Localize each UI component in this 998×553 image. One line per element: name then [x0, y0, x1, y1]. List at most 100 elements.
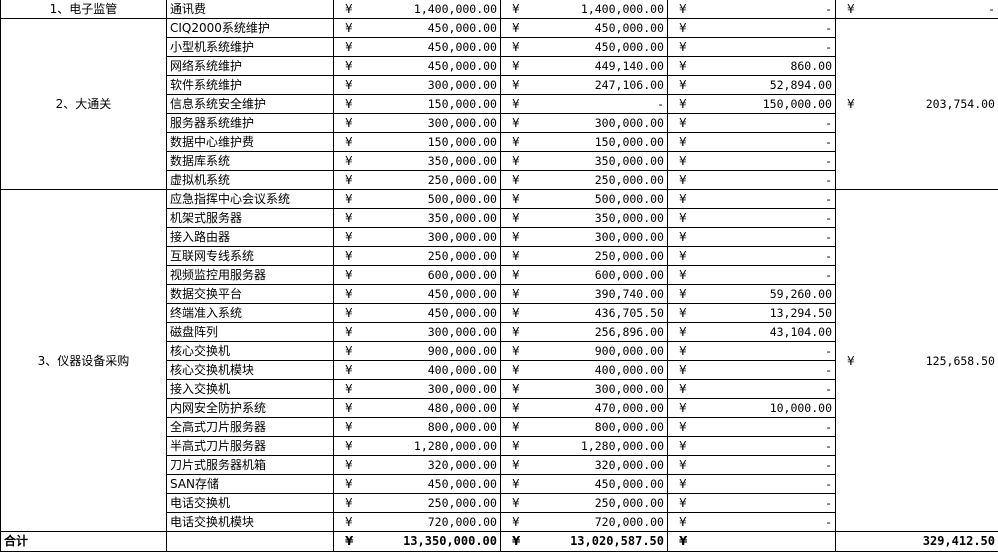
item-name-cell[interactable]: 视频监控用服务器 — [166, 265, 334, 285]
actual-cell[interactable]: ¥350,000.00 — [500, 208, 668, 228]
actual-cell[interactable]: ¥449,140.00 — [500, 56, 668, 76]
actual-cell[interactable]: ¥350,000.00 — [500, 151, 668, 171]
item-name-cell[interactable]: 软件系统维护 — [166, 75, 334, 95]
actual-cell[interactable]: ¥1,400,000.00 — [500, 0, 668, 19]
actual-cell[interactable]: ¥450,000.00 — [500, 474, 668, 494]
budget-cell[interactable]: ¥300,000.00 — [333, 113, 501, 133]
item-name-cell[interactable]: 内网安全防护系统 — [166, 398, 334, 418]
category-cell[interactable]: 2、大通关 — [0, 18, 167, 190]
item-name-cell[interactable]: 刀片式服务器机箱 — [166, 455, 334, 475]
item-name-cell[interactable]: 数据中心维护费 — [166, 132, 334, 152]
total-subtotal-cell[interactable]: 329,412.50 — [835, 531, 998, 552]
budget-cell[interactable]: ¥450,000.00 — [333, 474, 501, 494]
diff-cell[interactable]: ¥ - — [667, 360, 836, 380]
diff-cell[interactable]: ¥ - — [667, 151, 836, 171]
budget-cell[interactable]: ¥150,000.00 — [333, 94, 501, 114]
budget-cell[interactable]: ¥1,280,000.00 — [333, 436, 501, 456]
actual-cell[interactable]: ¥320,000.00 — [500, 455, 668, 475]
diff-cell[interactable]: ¥ - — [667, 246, 836, 266]
actual-cell[interactable]: ¥300,000.00 — [500, 379, 668, 399]
diff-cell[interactable]: ¥ - — [667, 0, 836, 19]
category-cell[interactable]: 3、仪器设备采购 — [0, 189, 167, 532]
category-cell[interactable]: 1、电子监管 — [0, 0, 167, 19]
item-name-cell[interactable]: CIQ2000系统维护 — [166, 18, 334, 38]
item-name-cell[interactable]: 小型机系统维护 — [166, 37, 334, 57]
budget-cell[interactable]: ¥1,400,000.00 — [333, 0, 501, 19]
diff-cell[interactable]: ¥ - — [667, 37, 836, 57]
diff-cell[interactable]: ¥13,294.50 — [667, 303, 836, 323]
budget-cell[interactable]: ¥450,000.00 — [333, 303, 501, 323]
actual-cell[interactable]: ¥300,000.00 — [500, 113, 668, 133]
subtotal-cell[interactable]: ¥125,658.50 — [835, 189, 998, 532]
item-name-cell[interactable]: 接入路由器 — [166, 227, 334, 247]
total-budget-cell[interactable]: ¥13,350,000.00 — [333, 531, 501, 552]
budget-cell[interactable]: ¥300,000.00 — [333, 227, 501, 247]
total-diff-cell[interactable]: ¥ — [667, 531, 836, 552]
budget-cell[interactable]: ¥400,000.00 — [333, 360, 501, 380]
actual-cell[interactable]: ¥390,740.00 — [500, 284, 668, 304]
budget-cell[interactable]: ¥300,000.00 — [333, 379, 501, 399]
actual-cell[interactable]: ¥150,000.00 — [500, 132, 668, 152]
item-name-cell[interactable]: 接入交换机 — [166, 379, 334, 399]
diff-cell[interactable]: ¥ - — [667, 227, 836, 247]
diff-cell[interactable]: ¥ - — [667, 341, 836, 361]
diff-cell[interactable]: ¥ - — [667, 170, 836, 190]
diff-cell[interactable]: ¥ - — [667, 113, 836, 133]
item-name-cell[interactable]: 互联网专线系统 — [166, 246, 334, 266]
actual-cell[interactable]: ¥256,896.00 — [500, 322, 668, 342]
actual-cell[interactable]: ¥720,000.00 — [500, 512, 668, 532]
budget-cell[interactable]: ¥800,000.00 — [333, 417, 501, 437]
item-name-cell[interactable]: 机架式服务器 — [166, 208, 334, 228]
budget-cell[interactable]: ¥500,000.00 — [333, 189, 501, 209]
budget-cell[interactable]: ¥450,000.00 — [333, 284, 501, 304]
diff-cell[interactable]: ¥ - — [667, 18, 836, 38]
actual-cell[interactable]: ¥1,280,000.00 — [500, 436, 668, 456]
budget-cell[interactable]: ¥450,000.00 — [333, 37, 501, 57]
diff-cell[interactable]: ¥43,104.00 — [667, 322, 836, 342]
budget-cell[interactable]: ¥450,000.00 — [333, 18, 501, 38]
diff-cell[interactable]: ¥ - — [667, 132, 836, 152]
budget-cell[interactable]: ¥150,000.00 — [333, 132, 501, 152]
actual-cell[interactable]: ¥250,000.00 — [500, 493, 668, 513]
item-name-cell[interactable]: 数据交换平台 — [166, 284, 334, 304]
item-name-cell[interactable]: 终端准入系统 — [166, 303, 334, 323]
diff-cell[interactable]: ¥10,000.00 — [667, 398, 836, 418]
budget-cell[interactable]: ¥720,000.00 — [333, 512, 501, 532]
actual-cell[interactable]: ¥250,000.00 — [500, 246, 668, 266]
actual-cell[interactable]: ¥ - — [500, 94, 668, 114]
actual-cell[interactable]: ¥300,000.00 — [500, 227, 668, 247]
actual-cell[interactable]: ¥247,106.00 — [500, 75, 668, 95]
diff-cell[interactable]: ¥ - — [667, 417, 836, 437]
item-name-cell[interactable]: 虚拟机系统 — [166, 170, 334, 190]
item-name-cell[interactable]: 磁盘阵列 — [166, 322, 334, 342]
item-name-cell[interactable]: 核心交换机 — [166, 341, 334, 361]
actual-cell[interactable]: ¥600,000.00 — [500, 265, 668, 285]
actual-cell[interactable]: ¥450,000.00 — [500, 18, 668, 38]
item-name-cell[interactable]: 半高式刀片服务器 — [166, 436, 334, 456]
actual-cell[interactable]: ¥450,000.00 — [500, 37, 668, 57]
diff-cell[interactable]: ¥59,260.00 — [667, 284, 836, 304]
budget-cell[interactable]: ¥900,000.00 — [333, 341, 501, 361]
budget-cell[interactable]: ¥350,000.00 — [333, 151, 501, 171]
actual-cell[interactable]: ¥400,000.00 — [500, 360, 668, 380]
actual-cell[interactable]: ¥800,000.00 — [500, 417, 668, 437]
actual-cell[interactable]: ¥900,000.00 — [500, 341, 668, 361]
budget-cell[interactable]: ¥450,000.00 — [333, 56, 501, 76]
item-name-cell[interactable]: 电话交换机模块 — [166, 512, 334, 532]
budget-cell[interactable]: ¥350,000.00 — [333, 208, 501, 228]
budget-cell[interactable]: ¥250,000.00 — [333, 170, 501, 190]
item-name-cell[interactable]: 应急指挥中心会议系统 — [166, 189, 334, 209]
budget-cell[interactable]: ¥600,000.00 — [333, 265, 501, 285]
diff-cell[interactable]: ¥ - — [667, 265, 836, 285]
diff-cell[interactable]: ¥ - — [667, 208, 836, 228]
budget-cell[interactable]: ¥320,000.00 — [333, 455, 501, 475]
item-name-cell[interactable]: SAN存储 — [166, 474, 334, 494]
actual-cell[interactable]: ¥250,000.00 — [500, 170, 668, 190]
diff-cell[interactable]: ¥ - — [667, 455, 836, 475]
diff-cell[interactable]: ¥ - — [667, 189, 836, 209]
total-label[interactable]: 合计 — [0, 531, 167, 552]
item-name-cell[interactable]: 通讯费 — [166, 0, 334, 19]
total-actual-cell[interactable]: ¥13,020,587.50 — [500, 531, 668, 552]
diff-cell[interactable]: ¥ - — [667, 379, 836, 399]
item-name-cell[interactable]: 核心交换机模块 — [166, 360, 334, 380]
